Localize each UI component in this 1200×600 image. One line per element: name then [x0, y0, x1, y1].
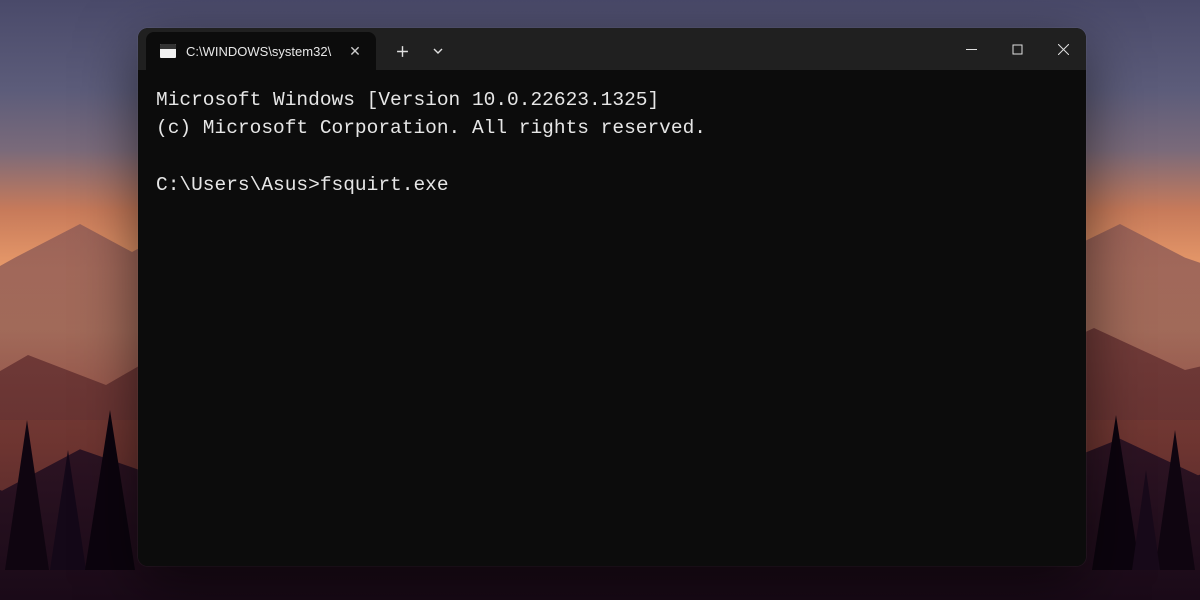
tab-dropdown-button[interactable] — [422, 35, 454, 67]
tab-close-button[interactable]: ✕ — [346, 42, 364, 60]
maximize-button[interactable] — [994, 28, 1040, 70]
cmd-icon — [160, 44, 176, 58]
minimize-button[interactable] — [948, 28, 994, 70]
tab-active[interactable]: C:\WINDOWS\system32\ ✕ — [146, 32, 376, 70]
terminal-output[interactable]: Microsoft Windows [Version 10.0.22623.13… — [138, 70, 1086, 566]
titlebar-drag-area[interactable] — [460, 28, 948, 70]
copyright-line: (c) Microsoft Corporation. All rights re… — [156, 117, 706, 139]
prompt-path: C:\Users\Asus> — [156, 174, 320, 196]
version-line: Microsoft Windows [Version 10.0.22623.13… — [156, 89, 659, 111]
terminal-window: C:\WINDOWS\system32\ ✕ Microsoft Windows… — [138, 28, 1086, 566]
new-tab-button[interactable] — [386, 35, 418, 67]
close-button[interactable] — [1040, 28, 1086, 70]
tab-title: C:\WINDOWS\system32\ — [186, 44, 336, 59]
titlebar[interactable]: C:\WINDOWS\system32\ ✕ — [138, 28, 1086, 70]
command-text: fsquirt.exe — [320, 174, 449, 196]
